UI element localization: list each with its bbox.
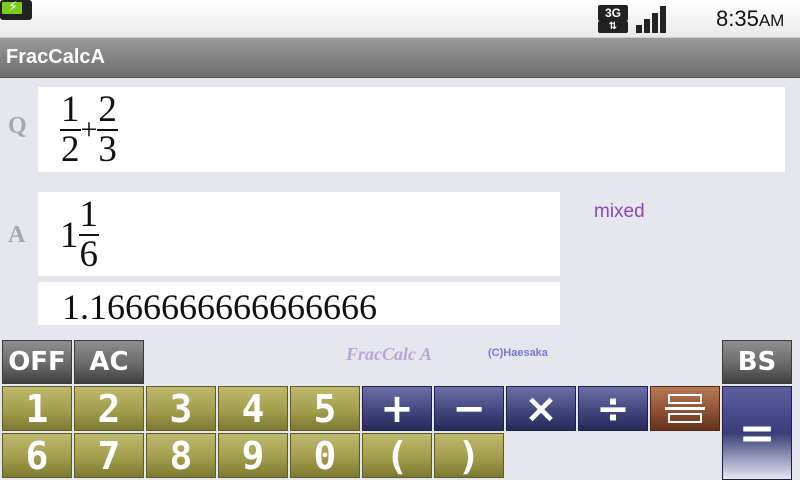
fraction-icon [665,394,705,423]
answer-mixed-number: 1 1 6 [60,196,99,274]
digit-2-button[interactable]: 2 [74,386,144,431]
answer-fraction-display: 1 1 6 [38,192,560,276]
off-button[interactable]: OFF [2,340,72,384]
all-clear-button[interactable]: AC [74,340,144,384]
digit-4-button[interactable]: 4 [218,386,288,431]
fraction-numerator: 1 [61,89,80,130]
fraction-denominator: 3 [98,129,117,170]
answer-whole: 1 [60,214,79,256]
digit-7-button[interactable]: 7 [74,433,144,478]
digit-3-button[interactable]: 3 [146,386,216,431]
multiply-button[interactable]: × [506,386,576,432]
fraction-numerator: 2 [98,89,117,130]
divide-button[interactable]: ÷ [578,386,648,432]
battery-charging-icon: ⚡ [0,0,32,20]
question-expression: 1 2 + 2 3 [60,91,118,169]
digit-9-button[interactable]: 9 [218,433,288,478]
fraction-button[interactable] [650,386,720,431]
equals-button[interactable]: = [722,386,792,480]
charging-bolt-icon: ⚡ [8,0,18,15]
clock: 8:35AM [716,6,784,32]
app-title-bar: FracCalcA [0,38,800,78]
app-title: FracCalcA [6,46,105,68]
status-bar: 3G ⇅ ⚡ 8:35AM [0,0,800,38]
answer-fraction: 1 6 [78,194,99,275]
signal-strength-icon [636,5,668,33]
minus-button[interactable]: − [434,386,504,432]
plus-button[interactable]: + [362,386,432,432]
fraction-denominator: 6 [79,234,99,275]
open-paren-button[interactable]: ( [362,433,432,478]
answer-label: A [8,222,26,248]
question-label: Q [8,113,27,139]
clock-time: 8:35 [716,6,759,31]
network-type-label: 3G [598,5,628,21]
digit-1-button[interactable]: 1 [2,386,72,431]
data-arrows-icon: ⇅ [598,21,628,33]
clock-ampm: AM [758,11,785,30]
digit-8-button[interactable]: 8 [146,433,216,478]
mixed-mode-toggle[interactable]: mixed [594,201,645,223]
question-display: 1 2 + 2 3 [38,87,785,172]
backspace-button[interactable]: BS [722,340,792,384]
digit-0-button[interactable]: 0 [290,433,360,478]
fraction-denominator: 2 [61,129,80,170]
question-fraction-2: 2 3 [97,91,118,169]
answer-decimal: 1.1666666666666666 [62,287,377,327]
question-fraction-1: 1 2 [60,91,81,169]
copyright-text: (C)Haesaka [488,347,548,359]
digit-5-button[interactable]: 5 [290,386,360,431]
digit-6-button[interactable]: 6 [2,433,72,478]
network-3g-icon: 3G ⇅ [598,5,628,33]
close-paren-button[interactable]: ) [434,433,504,478]
fraction-numerator: 1 [79,194,99,235]
app-brand-name: FracCalc A [346,344,432,364]
question-operator: + [80,113,98,146]
